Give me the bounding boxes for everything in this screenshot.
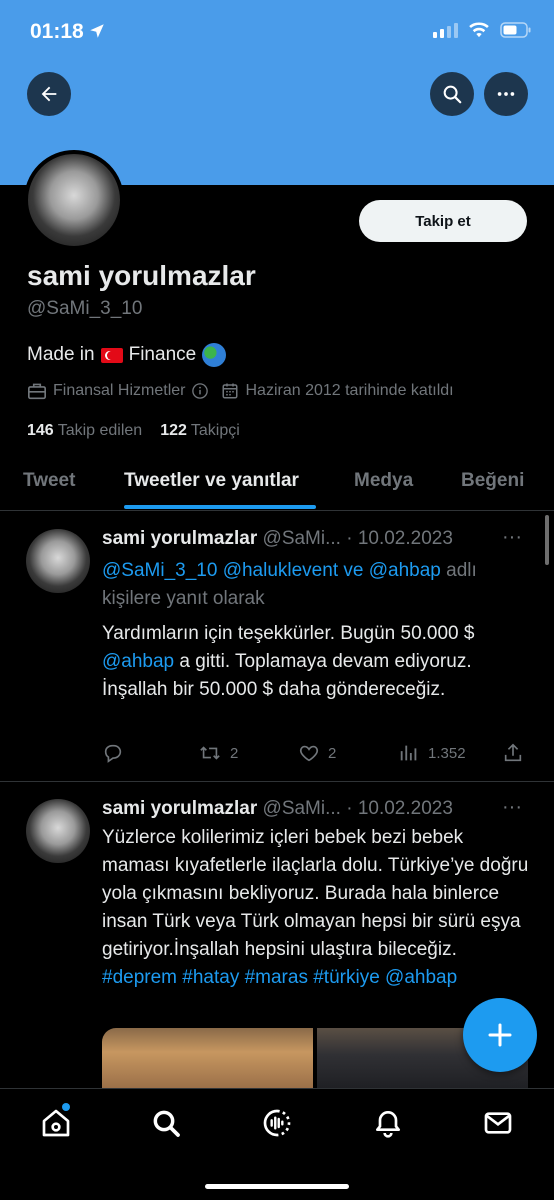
followers-link[interactable]: 122 Takipçi [160, 422, 240, 440]
bell-icon[interactable] [372, 1107, 404, 1139]
tab-media[interactable]: Medya [354, 470, 413, 492]
info-icon[interactable] [191, 382, 209, 400]
reply-button[interactable] [102, 742, 124, 764]
retweet-count: 2 [230, 744, 239, 762]
more-button[interactable] [484, 72, 528, 116]
follow-counts: 146 Takip edilen 122 Takipçi [27, 422, 240, 440]
tweet-author[interactable]: sami yorulmazlar [102, 798, 257, 819]
wifi-icon [469, 22, 489, 38]
media-image[interactable] [102, 1028, 313, 1088]
more-icon [497, 92, 515, 96]
follow-button[interactable]: Takip et [359, 200, 527, 242]
tweet-header: sami yorulmazlar @SaMi... · 10.02.2023 [102, 798, 453, 820]
tweet-reply-context: @SaMi_3_10 @haluklevent ve @ahbap adlı k… [102, 557, 522, 613]
tab-tweets[interactable]: Tweet [23, 470, 75, 492]
scrollbar[interactable] [545, 515, 549, 565]
profile-bio: Made in Finance [27, 343, 227, 367]
like-count: 2 [328, 744, 337, 762]
bio-suffix: Finance [128, 344, 197, 365]
home-notification-dot [62, 1103, 70, 1111]
search-button[interactable] [430, 72, 474, 116]
home-icon[interactable] [40, 1107, 72, 1139]
calendar-icon [222, 383, 238, 399]
share-icon [504, 743, 522, 762]
spaces-icon[interactable] [261, 1107, 293, 1139]
profile-avatar[interactable] [24, 150, 124, 250]
back-button[interactable] [27, 72, 71, 116]
home-indicator [205, 1184, 349, 1189]
tweet-author[interactable]: sami yorulmazlar [102, 528, 257, 549]
mail-icon[interactable] [482, 1107, 514, 1139]
mention-link[interactable]: @ahbap [102, 651, 174, 672]
share-button[interactable] [502, 742, 524, 764]
profile-tabs: Tweet Tweetler ve yanıtlar Medya Beğeni [0, 455, 554, 511]
search-icon [443, 85, 462, 104]
briefcase-icon [28, 383, 46, 400]
tweet-handle-date: @SaMi... · 10.02.2023 [262, 798, 453, 819]
tweet-more-icon[interactable]: ··· [502, 796, 522, 819]
tab-tweets-replies[interactable]: Tweetler ve yanıtlar [124, 470, 299, 492]
profile-meta: Finansal Hizmetler Haziran 2012 tarihind… [27, 382, 454, 400]
tweet-more-icon[interactable]: ··· [502, 526, 522, 549]
tab-likes[interactable]: Beğeni [461, 470, 524, 492]
tweet-divider [0, 781, 554, 782]
reply-mentions[interactable]: @SaMi_3_10 @haluklevent ve @ahbap [102, 560, 441, 581]
profile-category: Finansal Hizmetler [53, 382, 186, 399]
like-button[interactable]: 2 [298, 742, 336, 764]
back-arrow-icon [41, 86, 57, 102]
views-icon [400, 745, 417, 761]
globe-icon [202, 343, 227, 367]
tweet-avatar[interactable] [26, 799, 90, 863]
tweet-text: Yardımların için teşekkürler. Bugün 50.0… [102, 623, 475, 700]
view-count: 1.352 [428, 744, 466, 762]
hashtag-links[interactable]: #deprem #hatay #maras #türkiye @ahbap [102, 967, 457, 988]
profile-handle: @SaMi_3_10 [27, 298, 143, 319]
reply-icon [104, 744, 122, 763]
status-bar: 01:18 [0, 0, 554, 66]
search-icon[interactable] [150, 1107, 182, 1139]
profile-joined: Haziran 2012 tarihinde katıldı [245, 382, 454, 399]
location-arrow-icon [90, 24, 104, 38]
compose-tweet-button[interactable] [463, 998, 537, 1072]
status-time: 01:18 [30, 20, 84, 43]
compose-icon [488, 1023, 512, 1047]
tweet-handle-date: @SaMi... · 10.02.2023 [262, 528, 453, 549]
tweet-actions: 2 2 1.352 [102, 742, 532, 766]
tweet-avatar[interactable] [26, 529, 90, 593]
following-link[interactable]: 146 Takip edilen [27, 422, 142, 440]
bio-prefix: Made in [27, 344, 95, 365]
profile-name: sami yorulmazlar [27, 260, 256, 291]
views-button[interactable]: 1.352 [398, 742, 466, 764]
turkey-flag-icon [100, 347, 123, 363]
battery-icon [500, 22, 531, 38]
tweet-header: sami yorulmazlar @SaMi... · 10.02.2023 [102, 528, 453, 550]
active-tab-indicator [124, 505, 316, 509]
tweet-text: Yüzlerce kolilerimiz içleri bebek bezi b… [102, 827, 529, 988]
cellular-signal-icon [433, 22, 458, 38]
like-icon [299, 745, 319, 762]
retweet-icon [200, 746, 220, 760]
retweet-button[interactable]: 2 [198, 742, 238, 764]
